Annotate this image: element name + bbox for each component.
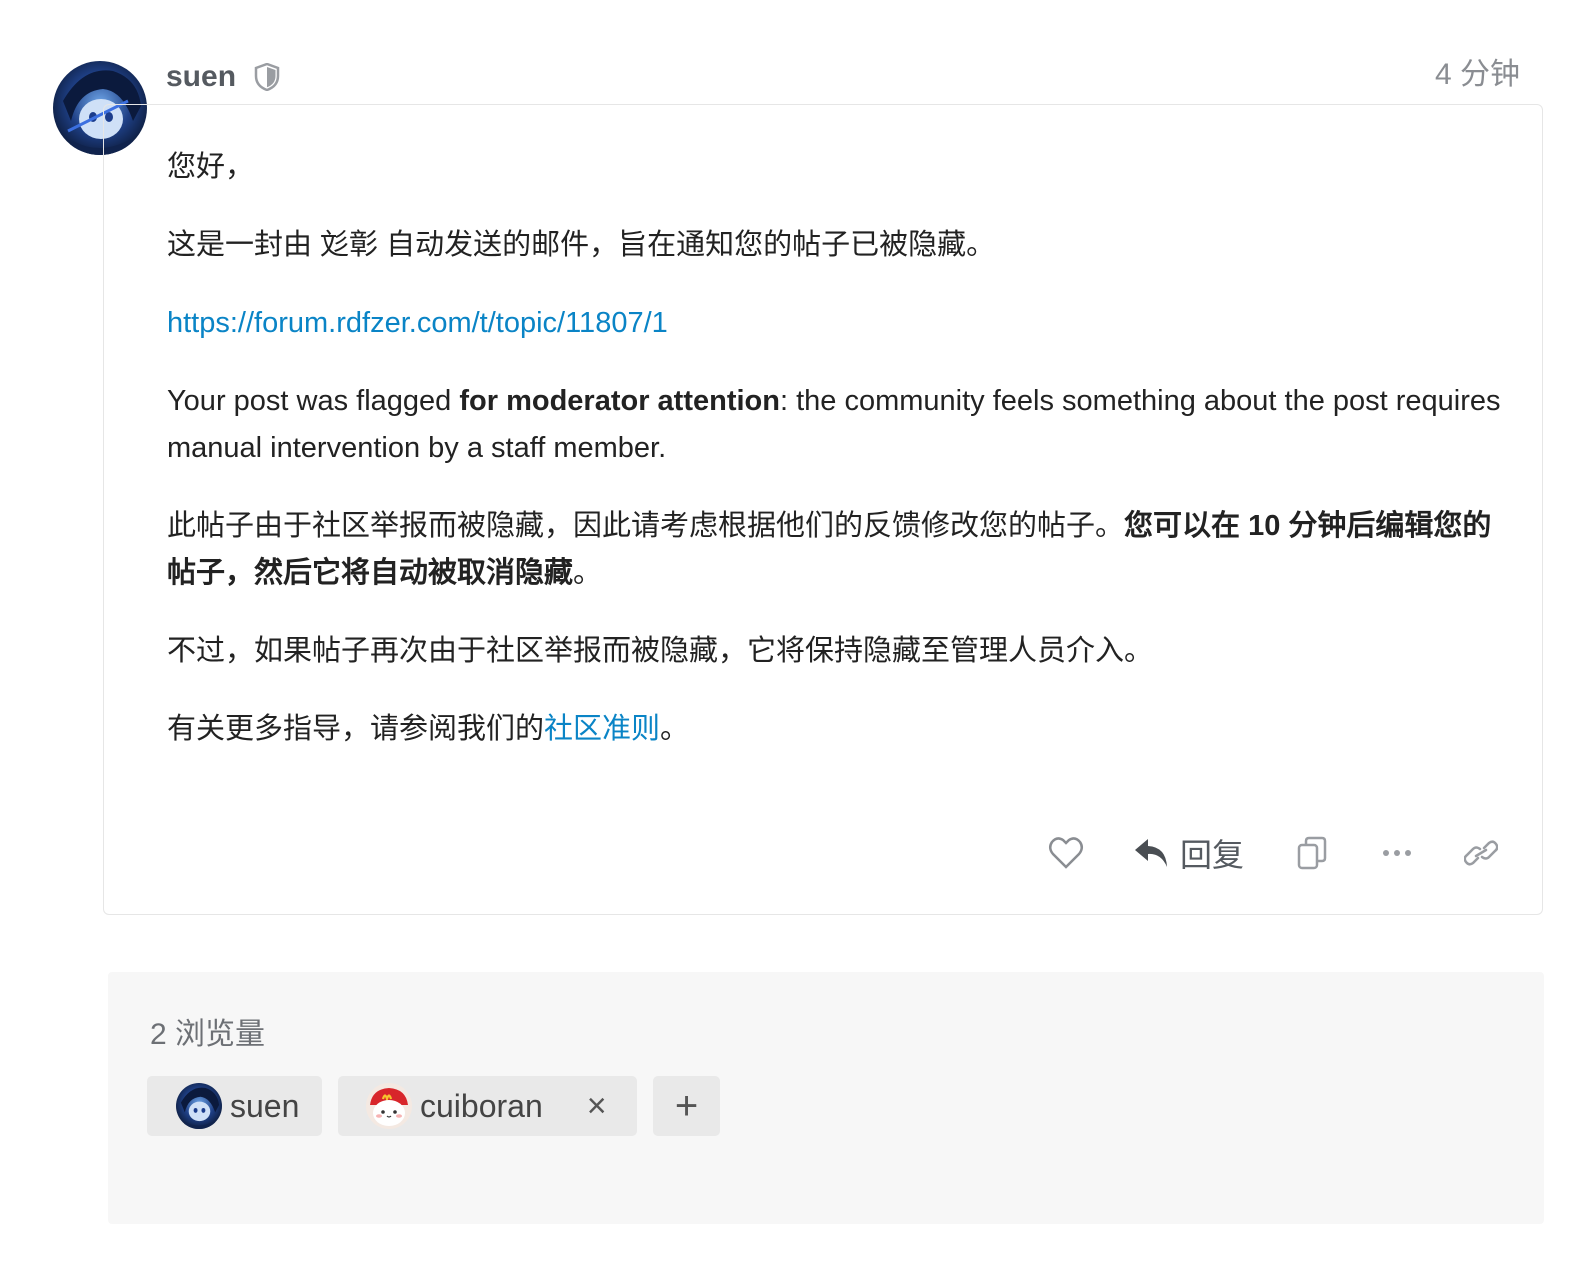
cn3-end: 。 [660,713,690,745]
more-button[interactable] [1382,830,1412,876]
like-button[interactable] [1048,830,1084,876]
viewer-avatar [176,1083,222,1129]
copy-icon [1297,836,1327,870]
copy-button[interactable] [1296,830,1328,876]
more-icon [1383,850,1411,856]
intro-text: 这是一封由 彣彰 自动发送的邮件，旨在通知您的帖子已被隐藏。 [167,229,996,261]
cn1-end: 。 [573,557,603,589]
chinese-notice-3: 有关更多指导，请参阅我们的社区准则。 [167,706,1507,753]
chinese-notice-1: 此帖子由于社区举报而被隐藏，因此请考虑根据他们的反馈修改您的帖子。您可以在 10… [167,503,1507,597]
cn3-text: 有关更多指导，请参阅我们的 [167,713,545,745]
viewer-name: cuiboran [420,1087,543,1124]
views-panel [108,972,1544,1224]
shield-icon [254,62,280,92]
viewer-name: suen [230,1087,300,1124]
cn1-text: 此帖子由于社区举报而被隐藏，因此请考虑根据他们的反馈修改您的帖子。 [167,510,1125,542]
en-text-1: Your post was flagged [167,385,460,417]
views-count: 2 浏览量 [150,1018,266,1051]
en-text-bold: for moderator attention [459,385,780,417]
greeting-text: 您好， [167,151,255,183]
post-time[interactable]: 4 分钟 [1435,55,1520,95]
topic-link-paragraph: https://forum.rdfzer.com/t/topic/11807/1 [167,300,1507,347]
topic-link[interactable]: https://forum.rdfzer.com/t/topic/11807/1 [167,307,668,339]
share-link-button[interactable] [1464,830,1498,876]
guidelines-link[interactable]: 社区准则 [544,713,660,745]
reply-label: 回复 [1180,837,1245,873]
link-icon [1464,840,1498,866]
english-notice: Your post was flagged for moderator atte… [167,378,1507,472]
reply-icon [1135,839,1167,867]
viewer-avatar [366,1083,412,1129]
post-body: 您好， 这是一封由 彣彰 自动发送的邮件，旨在通知您的帖子已被隐藏。 https… [167,144,1507,784]
add-viewer-button[interactable]: + [653,1076,720,1136]
post-actions: 回复 [0,830,1596,876]
remove-viewer-button[interactable]: × [587,1087,607,1126]
viewer-chip-cuiboran[interactable]: cuiboran × [338,1076,637,1136]
reply-button[interactable]: 回复 [1134,830,1244,876]
author-name[interactable]: suen [166,57,236,97]
chinese-notice-2: 不过，如果帖子再次由于社区举报而被隐藏，它将保持隐藏至管理人员介入。 [167,635,1154,667]
plus-icon: + [674,1084,699,1128]
viewer-chip-suen[interactable]: suen [147,1076,322,1136]
heart-icon [1049,837,1083,869]
